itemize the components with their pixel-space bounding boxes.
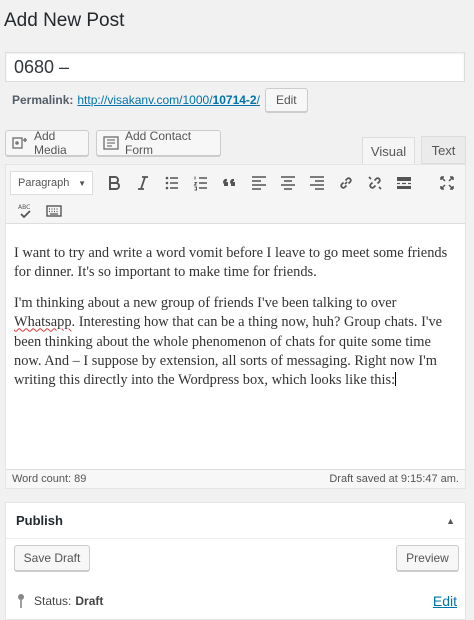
post-title-input[interactable]	[5, 52, 465, 82]
align-center-icon[interactable]	[273, 170, 302, 196]
add-contact-form-button[interactable]: Add Contact Form	[96, 129, 221, 157]
misspelled-word: Whatsapp	[14, 314, 72, 331]
fullscreen-icon[interactable]	[432, 170, 461, 196]
preview-button[interactable]: Preview	[396, 545, 459, 571]
content-paragraph: I'm thinking about a new group of friend…	[14, 294, 457, 390]
read-more-icon[interactable]	[389, 170, 418, 196]
chevron-down-icon: ▼	[78, 178, 86, 188]
unlink-icon[interactable]	[360, 170, 389, 196]
edit-status-link[interactable]: Edit	[433, 593, 457, 609]
content-text: I'm thinking about a new group of friend…	[14, 295, 397, 312]
format-select[interactable]: Paragraph ▼	[10, 171, 93, 195]
add-contact-form-label: Add Contact Form	[125, 129, 192, 157]
blockquote-icon[interactable]	[215, 170, 244, 196]
collapse-arrow-icon[interactable]: ▲	[446, 516, 455, 526]
numbered-list-icon[interactable]	[186, 170, 215, 196]
pin-icon	[16, 593, 26, 609]
add-media-label: Add Media	[34, 129, 67, 157]
spellcheck-icon[interactable]: ABC	[10, 198, 39, 224]
italic-icon[interactable]	[128, 170, 157, 196]
align-left-icon[interactable]	[244, 170, 273, 196]
edit-permalink-button[interactable]: Edit	[264, 88, 308, 112]
contact-form-icon	[103, 136, 119, 150]
content-text: . Interesting how that can be a thing no…	[14, 314, 443, 388]
editor-statusbar: Word count: 89 Draft saved at 9:15:47 am…	[5, 469, 466, 489]
permalink-link[interactable]: http://visakanv.com/1000/10714-2/	[77, 93, 260, 107]
tab-visual[interactable]: Visual	[362, 137, 415, 165]
content-paragraph: I want to try and write a word vomit bef…	[14, 245, 448, 281]
link-icon[interactable]	[331, 170, 360, 196]
post-editor: Paragraph ▼ ABC I want to try and write …	[5, 164, 466, 489]
publish-box-header[interactable]: Publish ▲	[6, 503, 465, 539]
add-media-icon	[12, 135, 28, 151]
format-select-value: Paragraph	[18, 177, 70, 189]
permalink-slug: 10714-2	[212, 93, 257, 107]
word-count: Word count: 89	[12, 473, 87, 485]
publish-box-title: Publish	[16, 513, 63, 528]
bold-icon[interactable]	[99, 170, 128, 196]
editor-content[interactable]: I want to try and write a word vomit bef…	[6, 224, 465, 390]
permalink-url-suffix: /	[256, 93, 260, 107]
permalink-label: Permalink:	[12, 93, 74, 107]
bulleted-list-icon[interactable]	[157, 170, 186, 196]
permalink-row: Permalink: http://visakanv.com/1000/1071…	[12, 88, 308, 112]
align-right-icon[interactable]	[302, 170, 331, 196]
tab-text[interactable]: Text	[421, 136, 466, 164]
status-label: Status:	[34, 594, 72, 608]
draft-saved-status: Draft saved at 9:15:47 am.	[329, 473, 459, 485]
publish-box: Publish ▲ Save Draft Preview Status: Dra…	[5, 502, 466, 620]
post-status-row: Status: Draft Edit	[16, 591, 457, 611]
svg-text:ABC: ABC	[18, 204, 30, 211]
text-caret	[395, 371, 397, 386]
add-media-button[interactable]: Add Media	[5, 129, 89, 157]
keyboard-toolbar-toggle-icon[interactable]	[39, 198, 68, 224]
status-value: Draft	[75, 594, 104, 608]
page-title: Add New Post	[4, 10, 125, 31]
save-draft-button[interactable]: Save Draft	[14, 545, 90, 571]
permalink-url-prefix: http://visakanv.com/1000/	[77, 93, 213, 107]
editor-toolbar: Paragraph ▼ ABC	[6, 165, 465, 224]
